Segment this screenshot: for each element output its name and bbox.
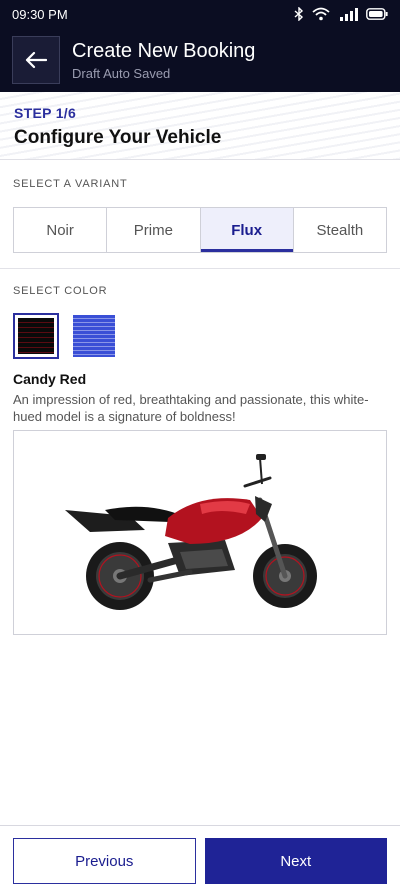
footer-actions: Previous Next	[0, 825, 400, 894]
red-swatch-fill	[18, 318, 54, 354]
step-title: Configure Your Vehicle	[14, 127, 222, 148]
color-section: SELECT COLOR Candy Red An impression of …	[13, 285, 387, 425]
variant-tab-noir[interactable]: Noir	[14, 208, 108, 252]
selected-color-name: Candy Red	[13, 371, 87, 387]
signal-5g-icon	[340, 8, 358, 21]
header-text: Create New Booking Draft Auto Saved	[72, 40, 255, 81]
step-indicator: STEP 1/6	[14, 105, 77, 121]
wifi-icon	[312, 7, 330, 21]
status-bar: 09:30 PM	[0, 0, 400, 28]
draft-status: Draft Auto Saved	[72, 65, 171, 81]
app-header: Create New Booking Draft Auto Saved	[0, 28, 400, 92]
vehicle-preview	[13, 430, 387, 635]
variant-section: SELECT A VARIANT Noir Prime Flux Stealth	[13, 178, 387, 253]
section-divider	[0, 268, 400, 269]
variant-tab-prime[interactable]: Prime	[107, 208, 201, 252]
variant-tab-flux[interactable]: Flux	[200, 208, 294, 252]
status-time: 09:30 PM	[12, 6, 68, 22]
previous-button[interactable]: Previous	[13, 838, 196, 884]
arrow-left-icon	[25, 51, 47, 69]
bluetooth-icon	[294, 7, 304, 21]
variant-section-label: SELECT A VARIANT	[13, 178, 128, 190]
back-button[interactable]	[12, 36, 60, 84]
page-title: Create New Booking	[72, 39, 256, 62]
variant-tab-stealth[interactable]: Stealth	[293, 208, 386, 252]
blue-swatch[interactable]	[71, 313, 117, 359]
color-description: An impression of red, breathtaking and p…	[13, 392, 369, 424]
step-banner: STEP 1/6 Configure Your Vehicle	[0, 92, 400, 160]
red-swatch[interactable]	[13, 313, 59, 359]
variant-tabs: Noir Prime Flux Stealth	[13, 207, 387, 253]
color-section-label: SELECT COLOR	[13, 285, 108, 297]
battery-icon	[366, 8, 388, 20]
status-icons	[294, 7, 388, 21]
motorcycle-image	[65, 453, 317, 610]
color-swatches	[13, 313, 387, 359]
blue-swatch-fill	[73, 315, 115, 357]
next-button[interactable]: Next	[204, 838, 387, 884]
